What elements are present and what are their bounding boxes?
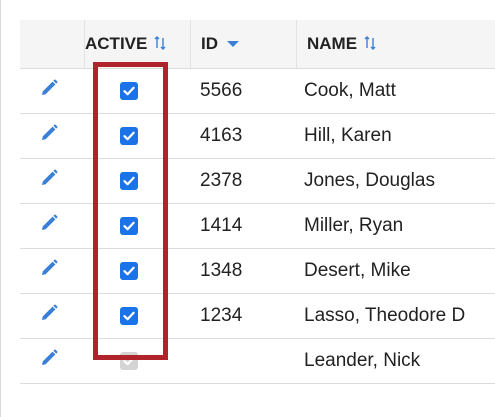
sort-icon[interactable] [364, 35, 376, 53]
active-cell [118, 294, 140, 338]
id-cell: 1414 [200, 215, 243, 236]
header-id[interactable]: ID [190, 20, 296, 68]
active-checkbox[interactable] [120, 217, 138, 235]
pencil-icon[interactable] [39, 348, 59, 374]
checkmark-icon [123, 356, 135, 366]
employees-grid: ACTIVE ID NAME 5566 Cook, Matt 4163 Hill… [20, 20, 495, 384]
active-cell [118, 69, 140, 113]
header-active[interactable]: ACTIVE [84, 20, 190, 68]
pencil-icon[interactable] [39, 303, 59, 329]
panel-left-border [0, 0, 1, 417]
data-grid-panel: ACTIVE ID NAME 5566 Cook, Matt 4163 Hill… [0, 0, 495, 417]
checkmark-icon [123, 221, 135, 231]
id-cell [200, 339, 290, 383]
table-row: 2378 Jones, Douglas [20, 159, 495, 204]
name-cell: Hill, Karen [304, 125, 392, 146]
name-cell: Lasso, Theodore D [304, 305, 466, 326]
pencil-icon[interactable] [39, 78, 59, 104]
sort-desc-icon[interactable] [227, 41, 239, 47]
pencil-icon[interactable] [39, 168, 59, 194]
header-name[interactable]: NAME [296, 20, 495, 68]
checkmark-icon [123, 311, 135, 321]
sort-icon[interactable] [154, 35, 166, 53]
active-cell [118, 159, 140, 203]
active-checkbox[interactable] [120, 262, 138, 280]
edit-cell [34, 69, 64, 113]
id-cell: 1348 [200, 260, 243, 281]
id-cell: 1234 [200, 305, 243, 326]
checkmark-icon [123, 266, 135, 276]
edit-cell [34, 249, 64, 293]
pencil-icon[interactable] [39, 258, 59, 284]
active-checkbox[interactable] [120, 307, 138, 325]
id-cell: 5566 [200, 80, 243, 101]
table-row: Leander, Nick [20, 339, 495, 384]
name-cell: Jones, Douglas [304, 170, 435, 191]
header-edit-column [20, 20, 84, 68]
edit-cell [34, 339, 64, 383]
pencil-icon[interactable] [39, 123, 59, 149]
header-active-label: ACTIVE [85, 34, 148, 53]
active-cell [118, 339, 140, 383]
edit-cell [34, 294, 64, 338]
header-id-label: ID [201, 34, 218, 53]
table-row: 5566 Cook, Matt [20, 69, 495, 114]
table-row: 1414 Miller, Ryan [20, 204, 495, 249]
checkmark-icon [123, 131, 135, 141]
table-row: 1348 Desert, Mike [20, 249, 495, 294]
checkmark-icon [123, 176, 135, 186]
edit-cell [34, 114, 64, 158]
name-cell: Desert, Mike [304, 260, 411, 281]
id-cell: 2378 [200, 170, 243, 191]
edit-cell [34, 159, 64, 203]
name-cell: Cook, Matt [304, 80, 396, 101]
grid-body: 5566 Cook, Matt 4163 Hill, Karen 2378 Jo… [20, 69, 495, 384]
edit-cell [34, 204, 64, 248]
checkmark-icon [123, 86, 135, 96]
table-row: 1234 Lasso, Theodore D [20, 294, 495, 339]
active-checkbox[interactable] [120, 172, 138, 190]
pencil-icon[interactable] [39, 213, 59, 239]
active-checkbox[interactable] [120, 82, 138, 100]
grid-header: ACTIVE ID NAME [20, 20, 495, 69]
active-cell [118, 204, 140, 248]
active-cell [118, 114, 140, 158]
id-cell: 4163 [200, 125, 243, 146]
table-row: 4163 Hill, Karen [20, 114, 495, 159]
name-cell: Miller, Ryan [304, 215, 404, 236]
active-cell [118, 249, 140, 293]
active-checkbox[interactable] [120, 127, 138, 145]
name-cell: Leander, Nick [304, 350, 421, 371]
header-name-label: NAME [307, 34, 358, 53]
active-checkbox [120, 352, 138, 370]
